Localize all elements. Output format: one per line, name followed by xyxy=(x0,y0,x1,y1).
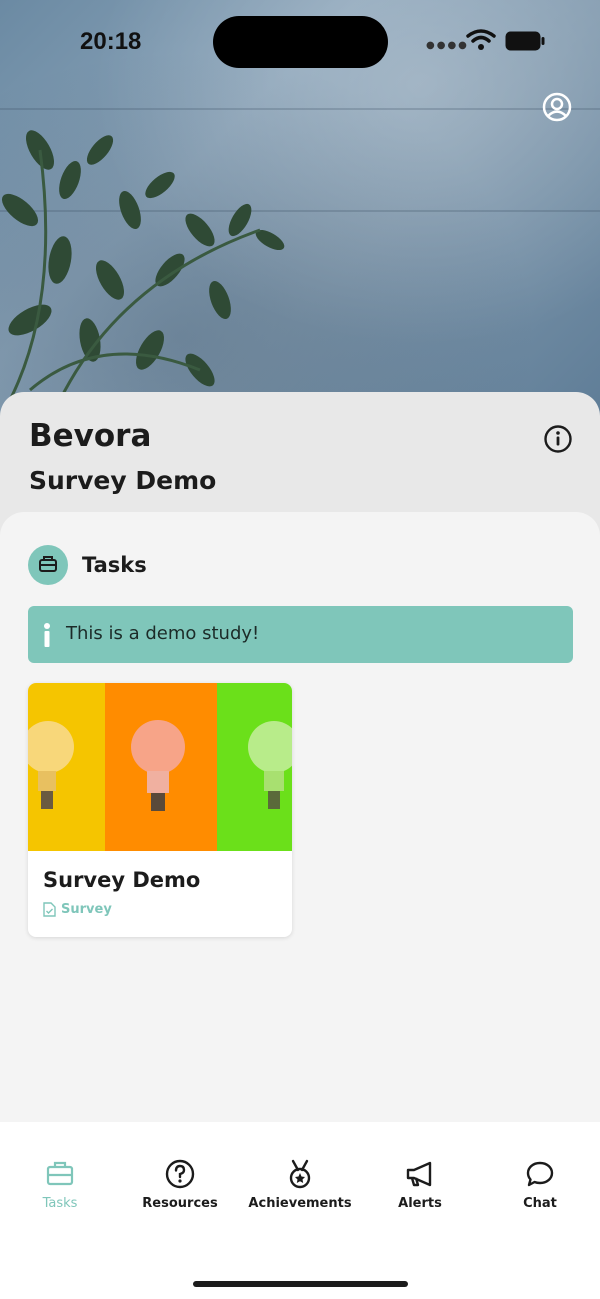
tab-label: Alerts xyxy=(398,1196,442,1211)
tasks-section-title: Tasks xyxy=(82,553,147,577)
tab-tasks[interactable]: Tasks xyxy=(0,1158,120,1218)
chat-bubble-icon xyxy=(526,1161,554,1187)
study-subtitle: Survey Demo xyxy=(29,466,217,495)
document-check-icon xyxy=(43,902,56,917)
light-bulbs-image xyxy=(28,683,292,851)
task-card-type-label: Survey xyxy=(61,902,112,917)
home-indicator xyxy=(193,1281,408,1287)
dynamic-island xyxy=(213,16,388,68)
question-circle-icon xyxy=(165,1159,195,1189)
tab-label: Achievements xyxy=(248,1196,352,1211)
task-card-type: Survey xyxy=(43,902,112,917)
medal-icon xyxy=(289,1159,311,1189)
task-card-title: Survey Demo xyxy=(43,868,201,892)
banner-text: This is a demo study! xyxy=(66,623,260,644)
tab-label: Resources xyxy=(142,1196,218,1211)
study-title: Bevora xyxy=(29,418,152,454)
task-card-survey-demo[interactable]: Survey Demo Survey xyxy=(28,683,292,937)
tab-label: Chat xyxy=(523,1196,557,1211)
tab-resources[interactable]: Resources xyxy=(120,1158,240,1218)
megaphone-icon xyxy=(406,1161,432,1187)
status-bar: 20:18 ●●●● xyxy=(0,0,600,80)
briefcase-icon xyxy=(39,556,57,572)
tasks-section-icon xyxy=(28,545,68,585)
briefcase-icon xyxy=(46,1161,74,1186)
demo-study-banner: This is a demo study! xyxy=(28,606,573,663)
tab-achievements[interactable]: Achievements xyxy=(240,1158,360,1218)
profile-icon[interactable] xyxy=(541,91,573,123)
cellular-signal-icon: ●●●● xyxy=(426,40,469,51)
info-i-icon xyxy=(44,623,50,647)
wifi-icon xyxy=(466,29,496,50)
info-icon[interactable] xyxy=(543,424,573,454)
tab-alerts[interactable]: Alerts xyxy=(360,1158,480,1218)
tab-label: Tasks xyxy=(42,1196,78,1211)
tab-chat[interactable]: Chat xyxy=(480,1158,600,1218)
status-time: 20:18 xyxy=(80,28,142,55)
battery-icon xyxy=(505,31,545,51)
